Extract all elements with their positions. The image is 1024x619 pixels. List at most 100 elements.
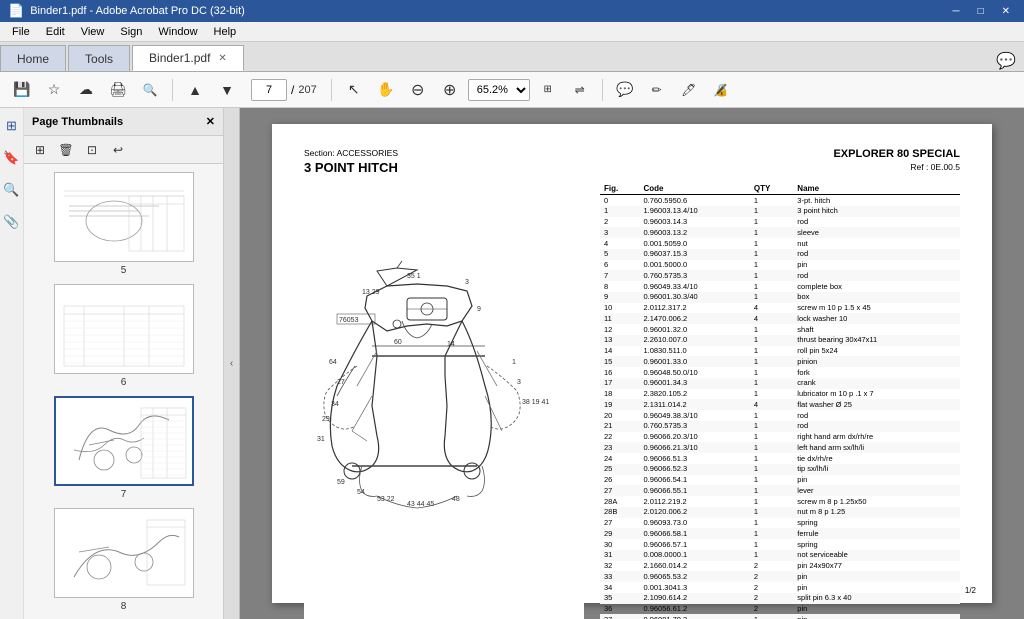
comment-btn[interactable]: 💬: [611, 76, 639, 104]
hand-tool[interactable]: ✋: [372, 76, 400, 104]
zoom-out-btn[interactable]: 🔍: [136, 76, 164, 104]
draw-btn[interactable]: 🖊: [675, 76, 703, 104]
svg-text:35 1: 35 1: [407, 273, 421, 280]
close-btn[interactable]: ✕: [996, 6, 1016, 17]
cell-name: right hand arm dx/rh/re: [793, 432, 960, 443]
cell-qty: 1: [750, 335, 793, 346]
cell-fig: 15: [600, 356, 639, 367]
cell-name: 3 point hitch: [793, 206, 960, 217]
highlight-btn[interactable]: ✏: [643, 76, 671, 104]
tab-document[interactable]: Binder1.pdf ✕: [132, 45, 244, 71]
chat-icon[interactable]: 💬: [996, 51, 1016, 71]
nav-bookmarks-icon[interactable]: 🔖: [2, 148, 22, 168]
thumbnail-6[interactable]: 6: [28, 284, 219, 388]
app-icon: 📄: [8, 3, 24, 19]
next-page-btn[interactable]: ▼: [213, 76, 241, 104]
sidebar-extract-btn[interactable]: ⊡: [80, 138, 104, 162]
prev-page-btn[interactable]: ▲: [181, 76, 209, 104]
table-row: 26 0.96066.54.1 1 pin: [600, 475, 960, 486]
cell-fig: 25: [600, 464, 639, 475]
tab-tools[interactable]: Tools: [68, 45, 130, 71]
bookmark-button[interactable]: ☆: [40, 76, 68, 104]
table-row: 0 0.760.5950.6 1 3-pt. hitch: [600, 195, 960, 206]
nav-attach-icon[interactable]: 📎: [2, 212, 22, 232]
tab-home[interactable]: Home: [0, 45, 66, 71]
cell-code: 0.96066.21.3/10: [639, 442, 749, 453]
table-row: 29 0.96066.58.1 1 ferrule: [600, 528, 960, 539]
col-code: Code: [639, 183, 749, 195]
menu-sign[interactable]: Sign: [112, 25, 150, 39]
zoom-select[interactable]: 65.2% 50% 75% 100% 125% 150%: [468, 79, 530, 101]
cell-qty: 1: [750, 410, 793, 421]
maximize-btn[interactable]: □: [972, 6, 990, 17]
thumbnail-8-img: [54, 508, 194, 598]
cell-qty: 1: [750, 260, 793, 271]
cell-name: screw m 10 p 1.5 x 45: [793, 303, 960, 314]
sidebar-undo-btn[interactable]: ↩: [106, 138, 130, 162]
cell-code: 0.96037.15.3: [639, 249, 749, 260]
tab-bar: Home Tools Binder1.pdf ✕ 💬: [0, 42, 1024, 72]
cell-qty: 4: [750, 313, 793, 324]
cell-code: 0.760.5735.3: [639, 421, 749, 432]
thumbnail-7[interactable]: 7: [28, 396, 219, 500]
sidebar-title: Page Thumbnails: [32, 116, 123, 128]
cell-fig: 27: [600, 518, 639, 529]
cell-code: 0.96049.38.3/10: [639, 410, 749, 421]
thumbnail-8[interactable]: 8: [28, 508, 219, 612]
cell-name: complete box: [793, 281, 960, 292]
cloud-button[interactable]: ☁: [72, 76, 100, 104]
sidebar-layout-btn[interactable]: ⊞: [28, 138, 52, 162]
thumbnail-5-svg: [59, 176, 189, 258]
tab-close-icon[interactable]: ✕: [218, 53, 226, 64]
cell-name: crank: [793, 378, 960, 389]
table-row: 27 0.96066.55.1 1 lever: [600, 485, 960, 496]
zoom-plus-btn[interactable]: ⊕: [436, 76, 464, 104]
cell-code: 2.1090.614.2: [639, 593, 749, 604]
cell-qty: 1: [750, 485, 793, 496]
stamp-btn[interactable]: 🔏: [707, 76, 735, 104]
sidebar-delete-btn[interactable]: 🗑: [54, 138, 78, 162]
thumbnail-6-svg: [59, 288, 189, 370]
cell-qty: 1: [750, 270, 793, 281]
fit-page-btn[interactable]: ⊞: [534, 76, 562, 104]
minimize-btn[interactable]: ─: [946, 6, 965, 17]
table-row: 34 0.001.3041.3 2 pin: [600, 582, 960, 593]
cursor-tool[interactable]: ↖: [340, 76, 368, 104]
menu-view[interactable]: View: [73, 25, 113, 39]
sidebar-close-icon[interactable]: ✕: [206, 115, 215, 128]
menu-window[interactable]: Window: [150, 25, 205, 39]
cell-code: 0.96001.32.0: [639, 324, 749, 335]
menu-file[interactable]: File: [4, 25, 38, 39]
cell-qty: 1: [750, 475, 793, 486]
thumbnails-container: 5: [24, 164, 223, 619]
parts-content: 13 29 35 1 3 9 60 14 64 27 34 29 31: [304, 183, 960, 619]
cell-code: 2.1311.014.2: [639, 399, 749, 410]
cell-fig: 5: [600, 249, 639, 260]
nav-pages-icon[interactable]: ⊞: [2, 116, 22, 136]
thumbnail-5[interactable]: 5: [28, 172, 219, 276]
menu-edit[interactable]: Edit: [38, 25, 73, 39]
cell-qty: 1: [750, 539, 793, 550]
save-button[interactable]: 💾: [8, 76, 36, 104]
toolbar-sep-2: [331, 79, 332, 101]
svg-text:48: 48: [452, 496, 460, 503]
cell-name: shaft: [793, 324, 960, 335]
page-input[interactable]: 7: [251, 79, 287, 101]
cell-fig: 37: [600, 614, 639, 619]
cell-fig: 33: [600, 571, 639, 582]
svg-text:34: 34: [331, 401, 339, 408]
rotate-btn[interactable]: ⇌: [566, 76, 594, 104]
collapse-sidebar-btn[interactable]: ‹: [224, 108, 240, 619]
cell-fig: 16: [600, 367, 639, 378]
cell-name: tip sx/lh/li: [793, 464, 960, 475]
print-button[interactable]: 🖨: [104, 76, 132, 104]
cell-fig: 35: [600, 593, 639, 604]
cell-code: 0.96066.54.1: [639, 475, 749, 486]
menu-help[interactable]: Help: [206, 25, 245, 39]
nav-search-icon[interactable]: 🔍: [2, 180, 22, 200]
cell-qty: 1: [750, 389, 793, 400]
zoom-minus-btn[interactable]: ⊖: [404, 76, 432, 104]
cell-name: ferrule: [793, 528, 960, 539]
cell-qty: 1: [750, 528, 793, 539]
cell-fig: 1: [600, 206, 639, 217]
